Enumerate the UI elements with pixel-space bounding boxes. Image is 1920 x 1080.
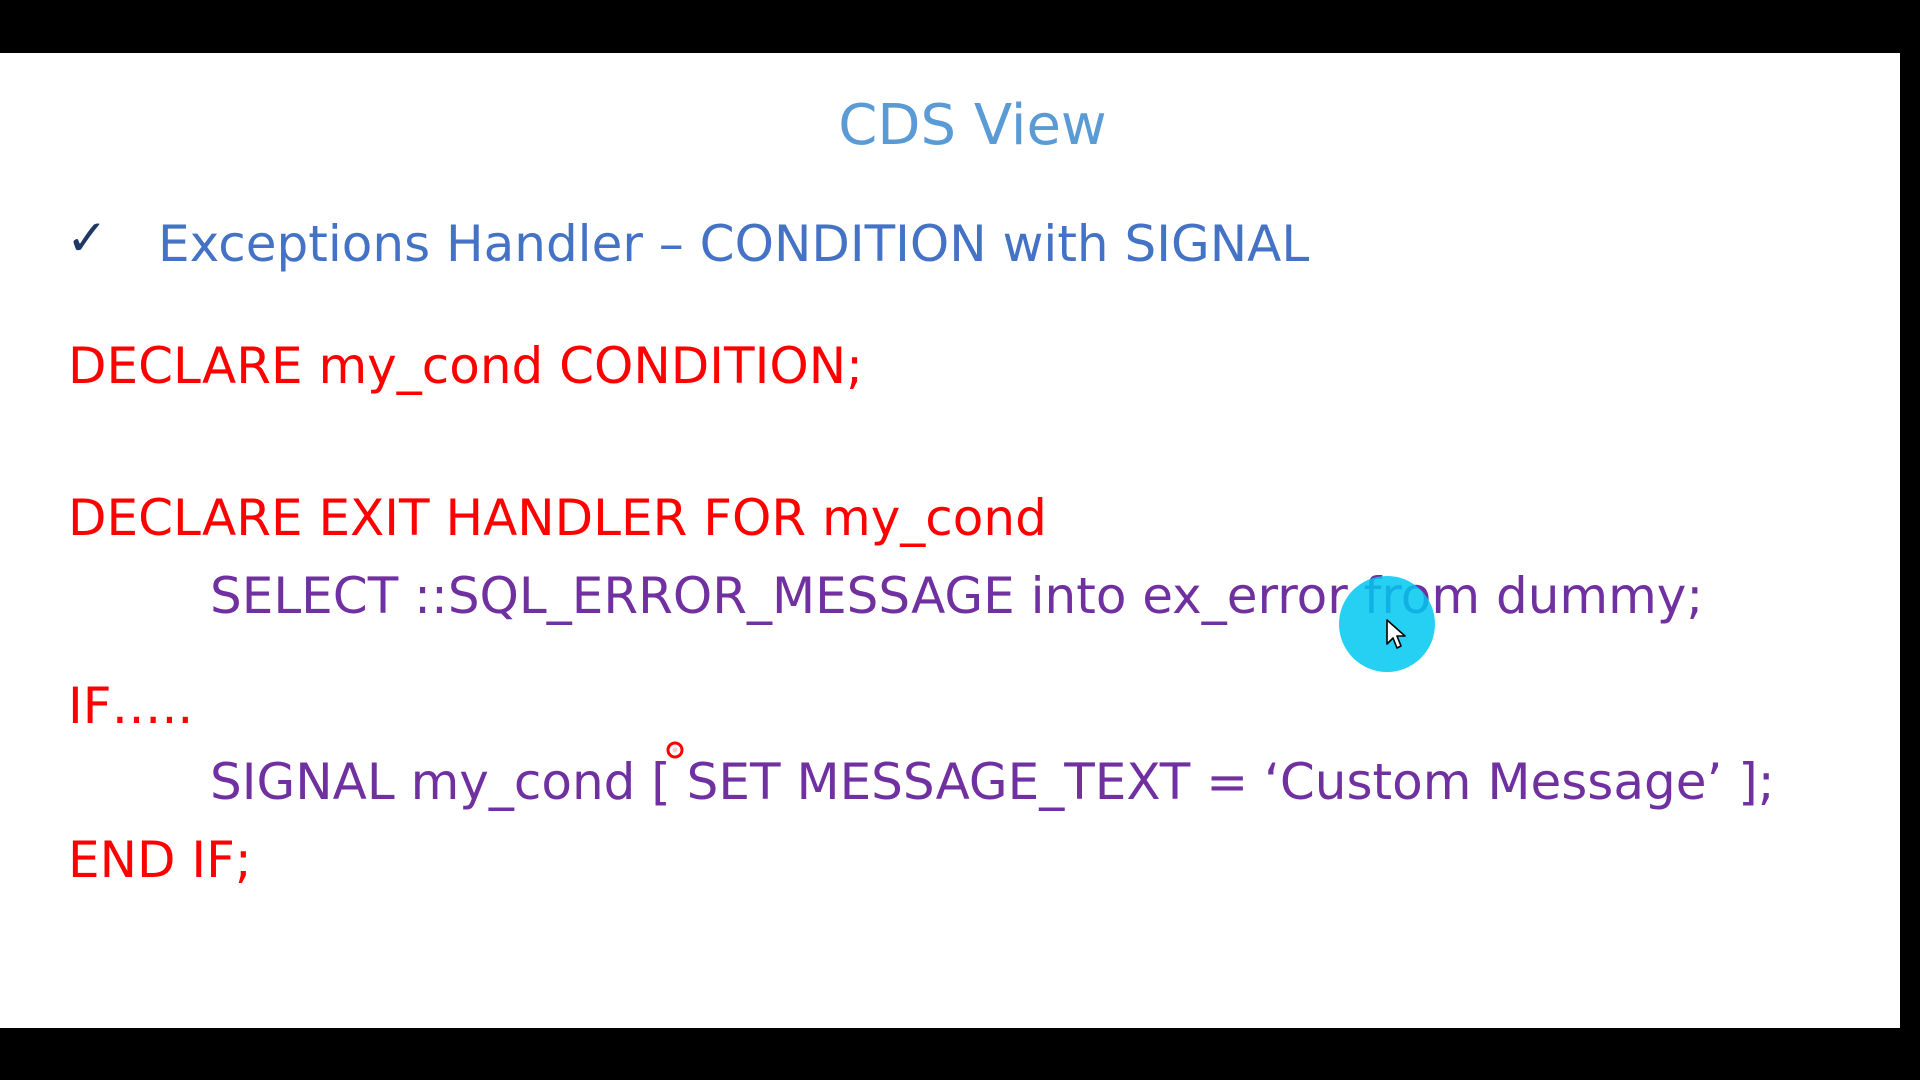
check-icon: ✓ xyxy=(66,209,108,267)
letterbox-top xyxy=(0,0,1920,53)
slide-title: CDS View xyxy=(838,93,1107,158)
code-line-end-if: END IF; xyxy=(68,831,252,889)
code-line-select: SELECT ::SQL_ERROR_MESSAGE into ex_error… xyxy=(210,567,1704,625)
code-line-if: IF….. xyxy=(68,677,194,735)
mouse-pointer-icon xyxy=(1386,619,1406,649)
code-line-declare-handler: DECLARE EXIT HANDLER FOR my_cond xyxy=(68,489,1047,547)
code-line-declare-condition: DECLARE my_cond CONDITION; xyxy=(68,337,863,395)
laser-pointer-icon xyxy=(666,741,684,759)
presentation-slide: CDS View ✓ Exceptions Handler – CONDITIO… xyxy=(0,53,1900,1028)
bullet-heading: Exceptions Handler – CONDITION with SIGN… xyxy=(158,215,1310,273)
screen: CDS View ✓ Exceptions Handler – CONDITIO… xyxy=(0,0,1920,1080)
code-line-signal: SIGNAL my_cond [ SET MESSAGE_TEXT = ‘Cus… xyxy=(210,753,1775,811)
letterbox-bottom xyxy=(0,1028,1920,1080)
